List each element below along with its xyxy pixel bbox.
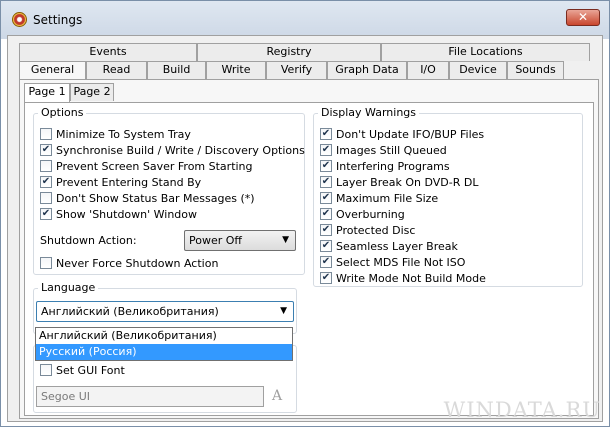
display-warnings-title: Display Warnings: [318, 106, 419, 119]
title-bar[interactable]: Settings ✕: [1, 1, 609, 39]
checkbox[interactable]: [40, 160, 52, 172]
checkbox[interactable]: ✔: [320, 256, 332, 268]
checkbox[interactable]: ✔: [320, 176, 332, 188]
subtab-page-1[interactable]: Page 1: [24, 83, 70, 103]
option-prevent-standby[interactable]: ✔ Prevent Entering Stand By: [40, 174, 201, 190]
shutdown-action-select[interactable]: Power Off ▼: [184, 230, 296, 251]
option-label: Synchronise Build / Write / Discovery Op…: [56, 143, 305, 157]
language-option-selected[interactable]: Русский (Россия): [36, 344, 292, 360]
warning-label: Protected Disc: [336, 223, 416, 237]
tab-sounds[interactable]: Sounds: [507, 61, 564, 79]
warning-ifo-bup[interactable]: ✔ Don't Update IFO/BUP Files: [320, 126, 484, 142]
checkbox[interactable]: [40, 128, 52, 140]
checkbox[interactable]: ✔: [320, 272, 332, 284]
tab-write[interactable]: Write: [206, 61, 266, 79]
warning-mds-file[interactable]: ✔ Select MDS File Not ISO: [320, 254, 465, 270]
checkbox[interactable]: [40, 364, 52, 376]
checkbox[interactable]: ✔: [320, 144, 332, 156]
option-set-gui-font[interactable]: Set GUI Font: [40, 362, 125, 378]
checkbox[interactable]: [40, 192, 52, 204]
checkbox[interactable]: ✔: [320, 208, 332, 220]
warning-label: Seamless Layer Break: [336, 239, 458, 253]
warning-label: Interfering Programs: [336, 159, 450, 173]
option-never-force-shutdown[interactable]: Never Force Shutdown Action: [40, 255, 218, 271]
checkbox[interactable]: ✔: [320, 240, 332, 252]
warning-write-mode[interactable]: ✔ Write Mode Not Build Mode: [320, 270, 486, 286]
language-option[interactable]: Английский (Великобритания): [36, 328, 292, 344]
checkbox[interactable]: ✔: [40, 208, 52, 220]
general-panel: Page 1 Page 2 Options Minimize To System…: [19, 79, 599, 419]
option-synchronise[interactable]: ✔ Synchronise Build / Write / Discovery …: [40, 142, 305, 158]
option-label: Prevent Screen Saver From Starting: [56, 159, 253, 173]
watermark: WINDATA.RU: [443, 398, 601, 422]
tab-file-locations[interactable]: File Locations: [381, 43, 590, 61]
subtab-row: Page 1 Page 2: [24, 83, 114, 103]
shutdown-action-label: Shutdown Action:: [40, 233, 137, 247]
warning-label: Maximum File Size: [336, 191, 439, 205]
close-button[interactable]: ✕: [566, 9, 600, 26]
tab-graph-data[interactable]: Graph Data: [327, 61, 407, 79]
warning-label: Overburning: [336, 207, 405, 221]
checkbox[interactable]: ✔: [320, 224, 332, 236]
option-label: Minimize To System Tray: [56, 127, 191, 141]
warning-label: Layer Break On DVD-R DL: [336, 175, 479, 189]
option-label: Never Force Shutdown Action: [56, 256, 219, 270]
checkbox[interactable]: ✔: [40, 176, 52, 188]
settings-client-area: Events Registry File Locations General R…: [7, 35, 603, 422]
tab-io[interactable]: I/O: [407, 61, 449, 79]
display-warnings-group: Display Warnings ✔ Don't Update IFO/BUP …: [313, 106, 583, 287]
tab-row-top: Events Registry File Locations: [19, 43, 590, 61]
checkbox[interactable]: ✔: [40, 144, 52, 156]
font-icon: A: [272, 388, 283, 404]
page-1-content: Options Minimize To System Tray ✔ Synchr…: [24, 102, 594, 416]
tab-general[interactable]: General: [19, 61, 86, 81]
warning-label: Write Mode Not Build Mode: [336, 271, 486, 285]
chevron-down-icon: ▼: [282, 235, 289, 245]
tab-events[interactable]: Events: [19, 43, 197, 61]
options-group: Options Minimize To System Tray ✔ Synchr…: [33, 106, 305, 275]
option-minimize-tray[interactable]: Minimize To System Tray: [40, 126, 191, 142]
option-label: Show 'Shutdown' Window: [56, 207, 198, 221]
language-title: Language: [38, 281, 99, 294]
warning-label: Don't Update IFO/BUP Files: [336, 127, 485, 141]
settings-window: Settings ✕ Events Registry File Location…: [0, 0, 610, 427]
checkbox[interactable]: ✔: [320, 128, 332, 140]
tab-row-bottom: General Read Build Write Verify Graph Da…: [19, 61, 564, 81]
warning-layer-break[interactable]: ✔ Layer Break On DVD-R DL: [320, 174, 478, 190]
option-prevent-screensaver[interactable]: Prevent Screen Saver From Starting: [40, 158, 253, 174]
tab-registry[interactable]: Registry: [197, 43, 381, 61]
tab-read[interactable]: Read: [86, 61, 147, 79]
tab-verify[interactable]: Verify: [266, 61, 327, 79]
option-label: Prevent Entering Stand By: [56, 175, 202, 189]
checkbox[interactable]: [40, 257, 52, 269]
language-value: Английский (Великобритания): [41, 305, 219, 318]
shutdown-action-value: Power Off: [189, 234, 242, 247]
option-label: Don't Show Status Bar Messages (*): [56, 191, 255, 205]
checkbox[interactable]: ✔: [320, 160, 332, 172]
language-select[interactable]: Английский (Великобритания) ▼: [36, 301, 294, 322]
checkbox[interactable]: ✔: [320, 192, 332, 204]
app-icon: [12, 12, 27, 27]
chevron-down-icon: ▼: [280, 306, 287, 316]
font-name-field: Segoe UI: [36, 386, 264, 407]
warning-label: Select MDS File Not ISO: [336, 255, 466, 269]
subtab-page-2[interactable]: Page 2: [70, 83, 114, 101]
warning-max-file-size[interactable]: ✔ Maximum File Size: [320, 190, 438, 206]
language-dropdown-list: Английский (Великобритания) Русский (Рос…: [35, 327, 293, 361]
options-title: Options: [38, 106, 87, 119]
warning-overburning[interactable]: ✔ Overburning: [320, 206, 405, 222]
option-status-bar[interactable]: Don't Show Status Bar Messages (*): [40, 190, 255, 206]
tab-build[interactable]: Build: [147, 61, 206, 79]
option-show-shutdown[interactable]: ✔ Show 'Shutdown' Window: [40, 206, 197, 222]
window-title: Settings: [33, 13, 83, 27]
option-label: Set GUI Font: [56, 363, 125, 377]
warning-seamless-layer-break[interactable]: ✔ Seamless Layer Break: [320, 238, 458, 254]
warning-protected-disc[interactable]: ✔ Protected Disc: [320, 222, 415, 238]
tab-device[interactable]: Device: [449, 61, 507, 79]
warning-interfering-programs[interactable]: ✔ Interfering Programs: [320, 158, 450, 174]
warning-label: Images Still Queued: [336, 143, 447, 157]
warning-images-queued[interactable]: ✔ Images Still Queued: [320, 142, 447, 158]
